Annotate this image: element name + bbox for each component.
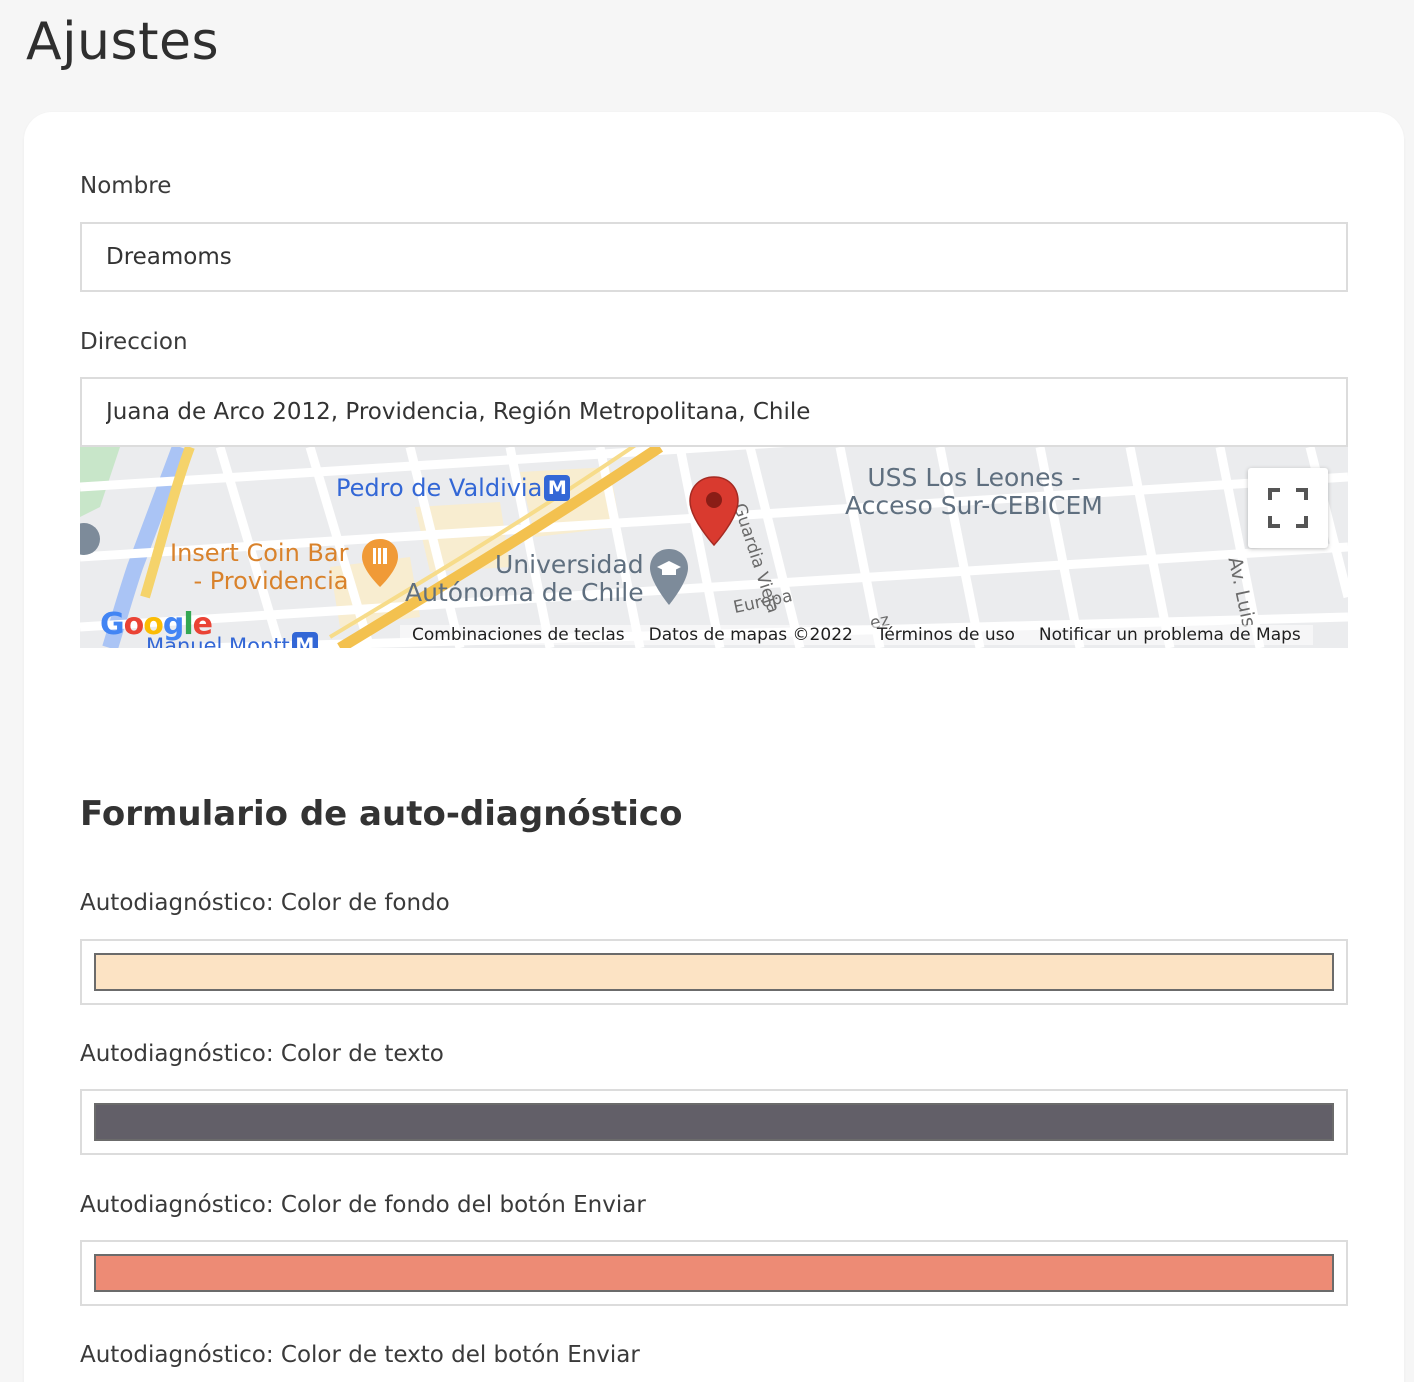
page-title: Ajustes xyxy=(26,12,220,72)
place-uss-los-leones[interactable]: USS Los Leones - Acceso Sur-CEBICEM xyxy=(845,464,1103,520)
color-texto-swatch xyxy=(94,1103,1334,1141)
metro-icon: M xyxy=(544,475,571,501)
place-insert-coin-line2: - Providencia xyxy=(193,567,349,595)
color-texto-label: Autodiagnóstico: Color de texto xyxy=(80,1041,444,1067)
color-texto-boton-label: Autodiagnóstico: Color de texto del botó… xyxy=(80,1342,640,1368)
place-universidad-line1: Universidad xyxy=(495,550,644,579)
nombre-input[interactable] xyxy=(80,222,1348,292)
map-terms-link[interactable]: Términos de uso xyxy=(864,625,1027,645)
place-universidad-line2: Autónoma de Chile xyxy=(405,578,644,607)
place-uss-line1: USS Los Leones - xyxy=(867,463,1081,492)
section-title: Formulario de auto-diagnóstico xyxy=(80,794,683,834)
map-report-problem-link[interactable]: Notificar un problema de Maps xyxy=(1026,625,1313,645)
metro-icon-2: M xyxy=(291,632,318,648)
location-map[interactable]: Pedro de Valdivia M Insert Coin Bar - Pro… xyxy=(80,447,1348,648)
place-uss-line2: Acceso Sur-CEBICEM xyxy=(845,491,1103,520)
color-fondo-label: Autodiagnóstico: Color de fondo xyxy=(80,890,450,916)
place-insert-coin-line1: Insert Coin Bar xyxy=(170,539,349,567)
map-footer: Combinaciones de teclas Datos de mapas ©… xyxy=(400,622,1313,648)
map-fullscreen-button[interactable] xyxy=(1248,468,1328,548)
restaurant-pin-icon xyxy=(362,539,398,587)
color-fondo-swatch xyxy=(94,953,1334,991)
fullscreen-icon xyxy=(1268,488,1308,528)
nombre-label: Nombre xyxy=(80,173,172,199)
place-insert-coin-bar[interactable]: Insert Coin Bar - Providencia xyxy=(170,539,348,595)
direccion-label: Direccion xyxy=(80,329,188,355)
color-fondo-boton-swatch xyxy=(94,1254,1334,1292)
school-pin-icon xyxy=(650,549,688,605)
place-pedro-de-valdivia[interactable]: Pedro de Valdivia M xyxy=(336,474,571,502)
color-fondo-boton-label: Autodiagnóstico: Color de fondo del botó… xyxy=(80,1192,646,1218)
color-texto-picker[interactable] xyxy=(80,1089,1348,1155)
google-logo[interactable]: Google xyxy=(100,607,213,642)
map-data-attribution: Datos de mapas ©2022 xyxy=(636,625,865,645)
direccion-input[interactable] xyxy=(80,377,1348,447)
color-fondo-picker[interactable] xyxy=(80,939,1348,1005)
location-marker-icon[interactable] xyxy=(688,475,740,547)
place-universidad-autonoma[interactable]: Universidad Autónoma de Chile xyxy=(405,551,644,607)
color-fondo-boton-picker[interactable] xyxy=(80,1240,1348,1306)
map-keyboard-shortcuts-link[interactable]: Combinaciones de teclas xyxy=(400,625,637,645)
place-pedro-de-valdivia-text: Pedro de Valdivia xyxy=(336,474,543,502)
